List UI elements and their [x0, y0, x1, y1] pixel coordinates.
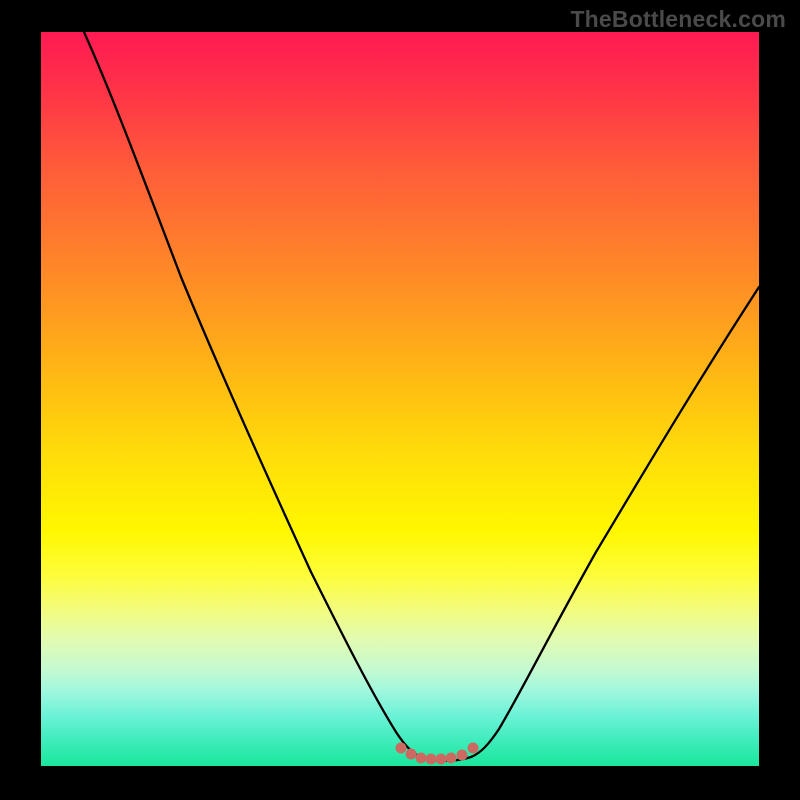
- plot-area: [41, 32, 759, 766]
- bottleneck-curve-path: [84, 32, 759, 761]
- bottleneck-curve-svg: [41, 32, 759, 766]
- valley-bumps: [396, 743, 478, 764]
- watermark-label: TheBottleneck.com: [570, 6, 786, 33]
- chart-frame: TheBottleneck.com: [0, 0, 800, 800]
